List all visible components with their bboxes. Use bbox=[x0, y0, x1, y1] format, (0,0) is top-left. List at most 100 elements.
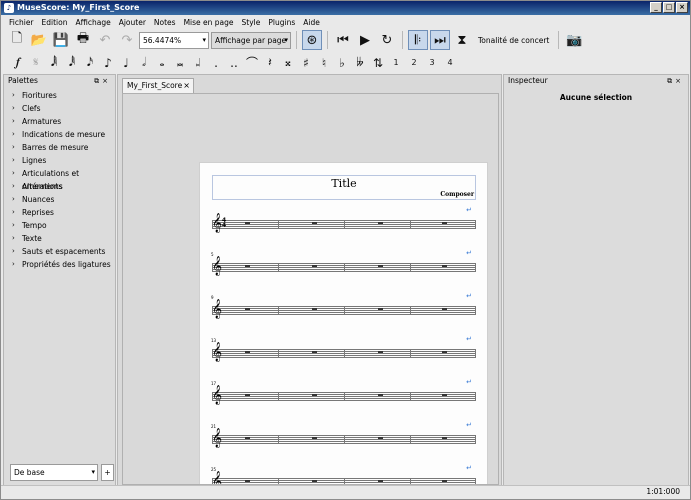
staff-system[interactable]: 𝄞 13 ↵ bbox=[211, 335, 476, 362]
save-icon[interactable]: 💾 bbox=[51, 30, 71, 50]
staff-system[interactable]: 𝄞 9 ↵ bbox=[211, 292, 476, 319]
double-whole-note-icon[interactable]: 𝅜 bbox=[171, 53, 189, 73]
whole-note-icon[interactable]: 𝅝 bbox=[153, 53, 171, 73]
menu-edition[interactable]: Edition bbox=[38, 16, 72, 29]
whole-rest[interactable] bbox=[312, 437, 317, 439]
palette-item[interactable]: › Nuances bbox=[4, 193, 115, 206]
line-break-icon[interactable]: ↵ bbox=[466, 378, 472, 386]
staff-system[interactable]: 𝄞 25 ↵ bbox=[211, 464, 476, 484]
quarter-note-icon[interactable]: ♩ bbox=[117, 53, 135, 73]
whole-rest[interactable] bbox=[442, 265, 447, 267]
close-window-button[interactable]: × bbox=[676, 2, 688, 13]
whole-rest[interactable] bbox=[245, 480, 250, 482]
concert-pitch-toggle[interactable]: Tonalité de concert bbox=[474, 36, 553, 45]
voice-1-button[interactable]: 1 bbox=[387, 53, 405, 73]
double-sharp-icon[interactable]: 𝄪 bbox=[279, 53, 297, 73]
menu-affichage[interactable]: Affichage bbox=[71, 16, 114, 29]
menu-notes[interactable]: Notes bbox=[150, 16, 180, 29]
tie-icon[interactable]: ⌒ bbox=[243, 53, 261, 73]
32nd-note-icon[interactable]: 𝅘𝅥𝅱 bbox=[63, 53, 81, 73]
treble-clef-icon[interactable]: 𝄞 bbox=[212, 342, 222, 362]
whole-rest[interactable] bbox=[245, 308, 250, 310]
64th-note-icon[interactable]: 𝅘𝅥𝅲 bbox=[45, 53, 63, 73]
flat-icon[interactable]: ♭ bbox=[333, 53, 351, 73]
augmentation-dot-icon[interactable]: . bbox=[207, 53, 225, 73]
flip-direction-icon[interactable]: ⇅ bbox=[369, 53, 387, 73]
play-icon[interactable]: ▶ bbox=[355, 30, 375, 50]
score-title[interactable]: Title bbox=[213, 177, 475, 190]
treble-clef-icon[interactable]: 𝄞 bbox=[212, 299, 222, 319]
treble-clef-icon[interactable]: 𝄞 bbox=[212, 471, 222, 484]
menu-fichier[interactable]: Fichier bbox=[5, 16, 38, 29]
palette-item[interactable]: › Indications de mesure bbox=[4, 128, 115, 141]
longa-icon[interactable]: 𝆷 bbox=[189, 53, 207, 73]
voice-2-button[interactable]: 2 bbox=[405, 53, 423, 73]
title-frame[interactable]: Title Composer bbox=[212, 175, 476, 200]
tab-my-first-score[interactable]: My_First_Score × bbox=[122, 78, 194, 93]
redo-icon[interactable]: ↷ bbox=[117, 30, 137, 50]
palette-item[interactable]: › Clefs bbox=[4, 102, 115, 115]
palette-item[interactable]: › Articulations et ornements bbox=[4, 167, 115, 191]
whole-rest[interactable] bbox=[378, 394, 383, 396]
whole-rest[interactable] bbox=[442, 222, 447, 224]
sharp-icon[interactable]: ♯ bbox=[297, 53, 315, 73]
whole-rest[interactable] bbox=[312, 222, 317, 224]
whole-rest[interactable] bbox=[245, 437, 250, 439]
note-input-mode-icon[interactable]: 𝆑 bbox=[9, 53, 27, 73]
palette-item[interactable]: › Reprises bbox=[4, 206, 115, 219]
float-close-icons[interactable]: ⧉× bbox=[667, 75, 684, 87]
palette-item[interactable]: › Armatures bbox=[4, 115, 115, 128]
palette-item[interactable]: › Lignes bbox=[4, 154, 115, 167]
line-break-icon[interactable]: ↵ bbox=[466, 292, 472, 300]
whole-rest[interactable] bbox=[442, 394, 447, 396]
whole-rest[interactable] bbox=[312, 351, 317, 353]
menu-mise-en-page[interactable]: Mise en page bbox=[180, 16, 238, 29]
voice-4-button[interactable]: 4 bbox=[441, 53, 459, 73]
midi-input-icon[interactable]: ⊛ bbox=[302, 30, 322, 50]
menu-aide[interactable]: Aide bbox=[299, 16, 324, 29]
close-tab-icon[interactable]: × bbox=[183, 79, 190, 93]
new-file-icon[interactable]: 🗋 bbox=[7, 30, 27, 50]
workspace-combo[interactable]: De base ▾ bbox=[10, 464, 98, 481]
staff-system[interactable]: 𝄞 4 4 ↵ bbox=[212, 206, 476, 233]
menu-ajouter[interactable]: Ajouter bbox=[115, 16, 150, 29]
repeat-playback-icon[interactable]: 𝄆 bbox=[408, 30, 428, 50]
print-icon[interactable]: 🖶 bbox=[73, 30, 93, 50]
whole-rest[interactable] bbox=[312, 480, 317, 482]
whole-rest[interactable] bbox=[378, 480, 383, 482]
whole-rest[interactable] bbox=[378, 265, 383, 267]
treble-clef-icon[interactable]: 𝄞 bbox=[212, 428, 222, 448]
whole-rest[interactable] bbox=[245, 265, 250, 267]
natural-icon[interactable]: ♮ bbox=[315, 53, 333, 73]
rewind-icon[interactable]: ⏮ bbox=[333, 30, 353, 50]
camera-icon[interactable]: 📷 bbox=[564, 30, 584, 50]
line-break-icon[interactable]: ↵ bbox=[466, 421, 472, 429]
whole-rest[interactable] bbox=[442, 351, 447, 353]
menu-plugins[interactable]: Plugins bbox=[264, 16, 299, 29]
whole-rest[interactable] bbox=[312, 265, 317, 267]
staff-system[interactable]: 𝄞 17 ↵ bbox=[211, 378, 476, 405]
palette-item[interactable]: › Barres de mesure bbox=[4, 141, 115, 154]
whole-rest[interactable] bbox=[245, 394, 250, 396]
float-close-icons[interactable]: ⧉× bbox=[94, 75, 111, 87]
whole-rest[interactable] bbox=[442, 308, 447, 310]
whole-rest[interactable] bbox=[378, 308, 383, 310]
staff-system[interactable]: 𝄞 21 ↵ bbox=[211, 421, 476, 448]
palette-item[interactable]: › Tempo bbox=[4, 219, 115, 232]
palette-item[interactable]: › Fioritures bbox=[4, 89, 115, 102]
loop-icon[interactable]: ↻ bbox=[377, 30, 397, 50]
staff-system[interactable]: 𝄞 5 ↵ bbox=[211, 249, 476, 276]
undo-icon[interactable]: ↶ bbox=[95, 30, 115, 50]
maximize-button[interactable]: □ bbox=[663, 2, 675, 13]
treble-clef-icon[interactable]: 𝄞 bbox=[212, 256, 222, 276]
voice-3-button[interactable]: 3 bbox=[423, 53, 441, 73]
acciaccatura-icon[interactable]: 𝄋 bbox=[27, 53, 45, 73]
line-break-icon[interactable]: ↵ bbox=[466, 335, 472, 343]
line-break-icon[interactable]: ↵ bbox=[466, 464, 472, 472]
score-canvas[interactable]: Title Composer 𝄞 4 4 ↵ 𝄞 5 ↵ 𝄞 9 ↵ 𝄞 13 ↵ 𝄞 17 ↵ 𝄞 21 ↵ 𝄞 25… bbox=[122, 93, 499, 485]
add-workspace-button[interactable]: + bbox=[101, 464, 114, 481]
palette-item[interactable]: › Propriétés des ligatures bbox=[4, 258, 115, 271]
palette-item[interactable]: › Altérations bbox=[4, 180, 115, 193]
score-page[interactable]: Title Composer 𝄞 4 4 ↵ 𝄞 5 ↵ 𝄞 9 ↵ 𝄞 13 ↵ 𝄞 17 ↵ 𝄞 21 ↵ 𝄞 25… bbox=[199, 162, 488, 484]
half-note-icon[interactable]: 𝅗𝅥 bbox=[135, 53, 153, 73]
